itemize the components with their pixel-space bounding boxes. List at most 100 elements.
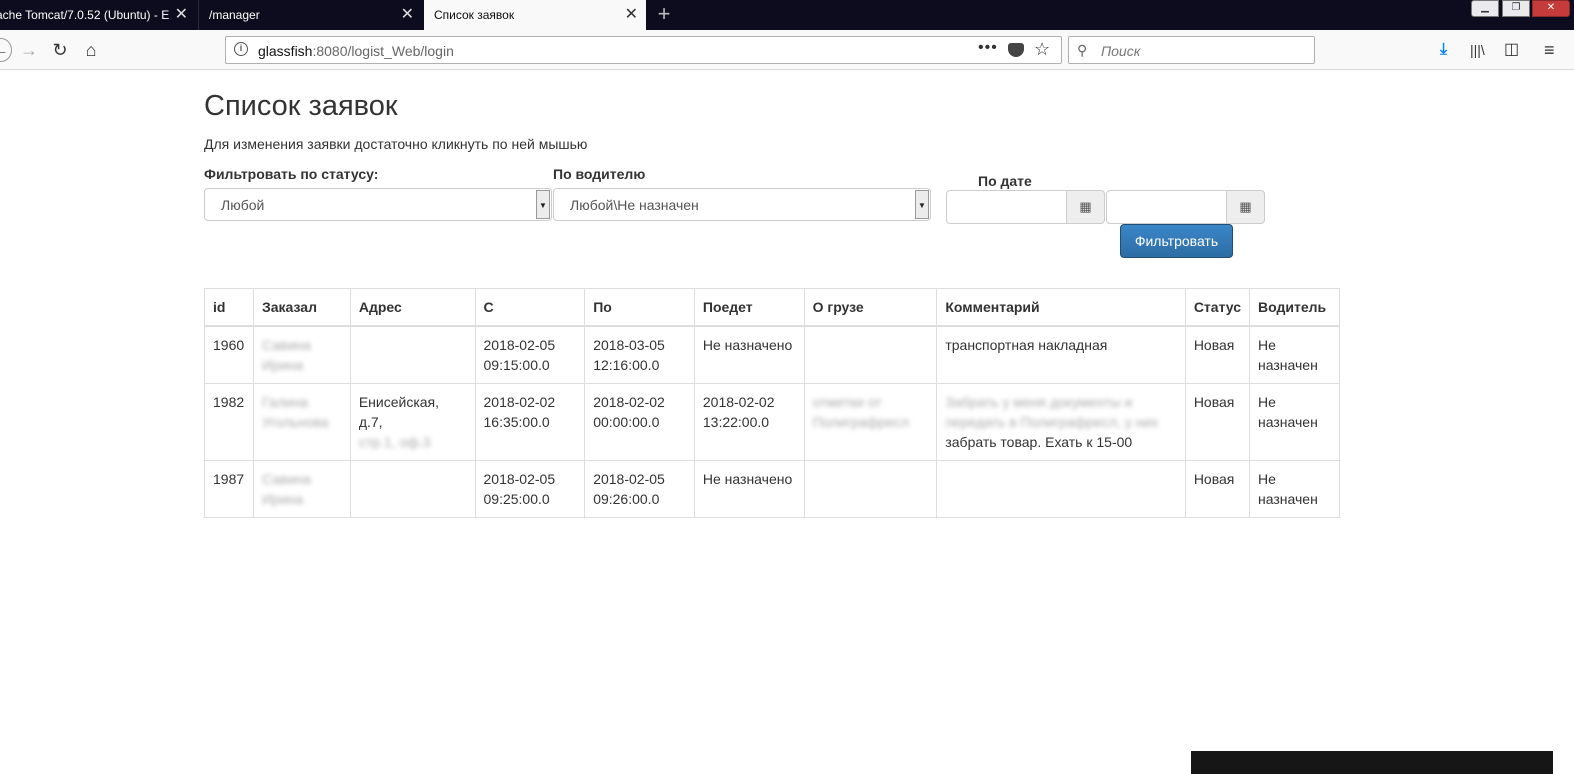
cell-customer: Галина Угольнова [252,383,351,461]
driver-filter-value: Любой\Не назначен [570,197,699,213]
download-icon[interactable]: ⤓ [1440,38,1447,62]
cell-id: 1960 [204,325,254,384]
filter-button[interactable]: Фильтровать [1120,224,1233,258]
date-to-input[interactable] [1106,190,1227,224]
address-redacted: стр.1, оф.3 [358,434,431,450]
column-header: О грузе [803,288,938,327]
cell-status: Новая [1184,460,1251,518]
taskbar-fragment [1191,751,1553,774]
close-icon[interactable]: ✕ [401,0,414,30]
hamburger-menu-icon[interactable]: ≡ [1544,38,1555,62]
cell-id: 1987 [204,460,254,518]
cell-driver: Не назначен [1249,460,1340,518]
url-host: glassfish [258,43,313,59]
date-from-input[interactable] [946,190,1067,224]
new-tab-plus-icon[interactable]: + [652,0,676,30]
column-header: Заказал [252,288,351,327]
tab-label: Список заявок [434,8,515,22]
browser-tab-bar: ache Tomcat/7.0.52 (Ubuntu) - E ✕ /manag… [0,0,1574,30]
driver-filter-label: По водителю [553,166,646,182]
back-arrow-icon[interactable]: ← [0,38,12,62]
address-visible: Енисейская, д.7, [358,394,440,430]
tab-label: /manager [209,8,260,22]
date-filter-label: По дате [978,173,1032,189]
cell-cargo: отметки от Полиграфресл [803,383,938,461]
cell-customer: Савина Ирина [252,460,351,518]
cell-cargo [803,325,938,384]
cell-driver: Не назначен [1249,383,1340,461]
forward-arrow-icon[interactable]: → [17,38,41,62]
search-placeholder: Поиск [1101,43,1141,59]
tab-label: ache Tomcat/7.0.52 (Ubuntu) - E [0,8,170,22]
url-bar[interactable]: i glassfish:8080/logist_Web/login ••• ☆ [225,36,1062,64]
table-header-row: id Заказал Адрес С По Поедет О грузе Ком… [204,288,1340,327]
home-icon[interactable]: ⌂ [79,38,103,62]
cell-from: 2018-02-05 09:25:00.0 [474,460,586,518]
window-restore-button[interactable]: ❐ [1502,0,1530,17]
cell-to: 2018-03-05 12:16:00.0 [584,325,695,384]
column-header: Поедет [693,288,805,327]
url-text[interactable]: glassfish:8080/logist_Web/login [258,43,454,59]
window-close-button[interactable]: ✕ [1532,0,1570,17]
orders-table: id Заказал Адрес С По Поедет О грузе Ком… [204,288,1340,518]
column-header: Адрес [349,288,476,327]
cell-status: Новая [1184,325,1251,384]
page-title: Список заявок [204,90,398,122]
tab-tomcat[interactable]: ache Tomcat/7.0.52 (Ubuntu) - E ✕ [0,0,196,30]
cell-departs: 2018-02-02 13:22:00.0 [693,383,805,461]
sidebar-icon[interactable]: ◫ [1504,38,1519,62]
driver-filter-select[interactable]: Любой\Не назначен ▼ [553,188,931,221]
tab-orders-active[interactable]: Список заявок ✕ [424,0,646,30]
cell-address [349,325,476,384]
site-info-icon[interactable]: i [234,42,248,56]
comment-visible: забрать товар. Ехать к 15-00 [945,434,1133,450]
column-header: id [204,288,254,327]
search-input[interactable]: ⚲ Поиск [1068,36,1315,64]
cell-to: 2018-02-02 00:00:00.0 [584,383,695,461]
cell-comment: транспортная накладная [936,325,1186,384]
table-row[interactable]: 1987 Савина Ирина 2018-02-05 09:25:00.0 … [204,460,1340,518]
status-filter-value: Любой [221,197,265,213]
cell-status: Новая [1184,383,1251,461]
cell-departs: Не назначено [693,460,805,518]
cell-to: 2018-02-05 09:26:00.0 [584,460,695,518]
comment-redacted: Забрать у меня документы и передать в По… [945,394,1159,430]
tab-manager[interactable]: /manager ✕ [198,0,422,30]
cell-driver: Не назначен [1249,325,1340,384]
dropdown-arrow-icon[interactable]: ▼ [915,190,929,219]
cell-from: 2018-02-02 16:35:00.0 [474,383,586,461]
page-hint: Для изменения заявки достаточно кликнуть… [204,136,588,152]
column-header: По [584,288,695,327]
reload-icon[interactable]: ↻ [48,38,72,62]
close-icon[interactable]: ✕ [625,0,638,30]
close-icon[interactable]: ✕ [175,0,188,30]
calendar-icon[interactable]: ▦ [1226,190,1265,224]
dropdown-arrow-icon[interactable]: ▼ [536,190,550,219]
column-header: Водитель [1249,288,1340,327]
column-header: С [474,288,586,327]
bookmark-star-icon[interactable]: ☆ [1034,39,1050,60]
pocket-icon[interactable] [1008,43,1024,57]
cell-comment [936,460,1186,518]
cell-comment: Забрать у меня документы и передать в По… [936,383,1186,461]
table-row[interactable]: 1982 Галина Угольнова Енисейская, д.7, ст… [204,383,1340,461]
column-header: Статус [1184,288,1251,327]
calendar-icon[interactable]: ▦ [1066,190,1105,224]
page-actions-icon[interactable]: ••• [978,39,998,57]
cell-customer: Савина Ирина [252,325,351,384]
cell-departs: Не назначено [693,325,805,384]
status-filter-label: Фильтровать по статусу: [204,166,379,182]
table-row[interactable]: 1960 Савина Ирина 2018-02-05 09:15:00.0 … [204,325,1340,384]
cell-address: Енисейская, д.7, стр.1, оф.3 [349,383,476,461]
window-minimize-button[interactable]: ▁ [1471,0,1499,17]
cell-address [349,460,476,518]
column-header: Комментарий [936,288,1186,327]
browser-nav-bar: ← → ↻ ⌂ i glassfish:8080/logist_Web/logi… [0,30,1574,70]
search-icon: ⚲ [1077,42,1088,58]
cell-from: 2018-02-05 09:15:00.0 [474,325,586,384]
url-path: :8080/logist_Web/login [312,43,454,59]
cell-id: 1982 [204,383,254,461]
library-icon[interactable]: |||\ [1470,38,1485,62]
cell-cargo [803,460,938,518]
status-filter-select[interactable]: Любой ▼ [204,188,552,221]
